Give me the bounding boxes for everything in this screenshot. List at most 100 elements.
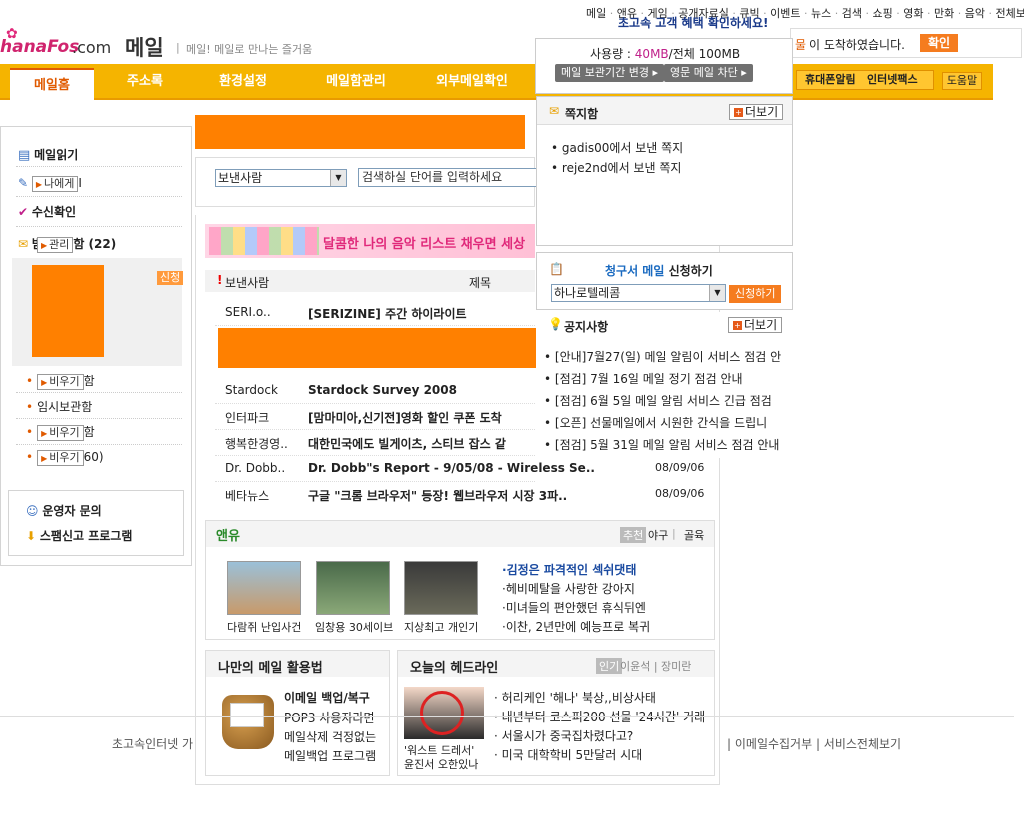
- col-sender[interactable]: 보낸사람: [225, 274, 269, 291]
- download-icon: ⬇: [26, 529, 37, 543]
- row-subject[interactable]: [SERIZINE] 주간 하이라이트: [308, 305, 467, 322]
- top-nav-item[interactable]: 음악: [965, 7, 985, 20]
- tab-mail-home[interactable]: 메일홈: [10, 68, 94, 102]
- change-retention-button[interactable]: 메일 보관기간 변경 ▸: [555, 64, 664, 82]
- folder-item-1[interactable]: • ▶ 비우기 함: [26, 372, 95, 390]
- backup-bag-icon: [212, 687, 276, 755]
- tab-external-mail[interactable]: 외부메일확인: [420, 66, 524, 98]
- logo-title: 메일: [125, 36, 164, 60]
- top-nav-item[interactable]: 쇼핑: [872, 7, 892, 20]
- row-subject[interactable]: Dr. Dobb"s Report - 9/05/08 - Wireless S…: [308, 461, 595, 475]
- table-row[interactable]: 베타뉴스 구글 "크롬 브라우저" 등장! 웹브라우저 시장 3파.. 08/09/…: [205, 485, 715, 505]
- headline-photo[interactable]: [404, 687, 484, 739]
- tab-settings[interactable]: 환경설정: [200, 66, 286, 98]
- table-row[interactable]: Dr. Dobb.. Dr. Dobb"s Report - 9/05/08 - …: [205, 459, 715, 479]
- thumb-caption[interactable]: 다람쥐 난입사건: [227, 619, 301, 635]
- write-to-me-button[interactable]: ▶ 나에게: [31, 176, 79, 192]
- headline-tab-popular[interactable]: 인기: [596, 658, 623, 674]
- clipboard-icon: 📋: [549, 262, 564, 276]
- headline-names[interactable]: 이윤석 | 장미란: [620, 658, 691, 674]
- note-item[interactable]: • gadis00에서 보낸 쪽지: [551, 139, 683, 156]
- notice-item[interactable]: • [점검] 6월 5일 메일 알림 서비스 긴급 점검: [544, 392, 792, 409]
- carrier-select[interactable]: 하나로텔레콤 ▼: [551, 284, 726, 302]
- footer-left[interactable]: 초고속인터넷 가: [112, 735, 193, 752]
- apply-bill-button[interactable]: 신청하기: [729, 285, 782, 303]
- notice-item[interactable]: • [점검] 7월 16일 메일 정기 점검 안내: [544, 370, 792, 387]
- top-nav-item[interactable]: 뉴스: [811, 7, 831, 20]
- empty-button[interactable]: ▶ 비우기: [37, 374, 84, 390]
- notice-item[interactable]: • [오픈] 선물메일에서 시원한 간식을 드립니: [544, 414, 792, 431]
- row-subject[interactable]: Stardock Survey 2008: [308, 383, 457, 397]
- notice-item[interactable]: • [안내]7월27(일) 메일 알림이 서비스 점검 안: [544, 348, 792, 365]
- empty-button[interactable]: ▶ 비우기: [37, 425, 84, 441]
- anyu-link[interactable]: ·미녀들의 편안했던 휴식뒤엔: [502, 599, 646, 616]
- tab-address-book[interactable]: 주소록: [110, 66, 180, 98]
- footer-divider: [0, 716, 1014, 717]
- search-field-select[interactable]: 보낸사람 ▼: [215, 169, 347, 187]
- music-banner[interactable]: 달콤한 나의 음악 리스트 채우면 세상: [205, 224, 535, 258]
- anyu-link[interactable]: ·헤비메탈을 사랑한 강아지: [502, 580, 635, 597]
- sidebar-inbox[interactable]: ✉ 받▶관리함 (22): [18, 235, 122, 253]
- promo-top-link[interactable]: 초고속 고객 혜택 확인하세요!: [618, 14, 769, 31]
- top-nav-item[interactable]: 이벤트: [770, 7, 800, 20]
- row-subject[interactable]: 대한민국에도 빌게이츠, 스티브 잡스 같: [308, 435, 506, 452]
- anyu-tab-other[interactable]: 골육: [684, 527, 704, 543]
- headline-item[interactable]: · 미국 대학학비 5만달러 시대: [494, 746, 642, 763]
- center-ad-block: [195, 115, 525, 149]
- top-nav-item[interactable]: 메일: [586, 7, 606, 20]
- new-badge[interactable]: 신청: [157, 271, 184, 285]
- help-button[interactable]: 도움말: [942, 72, 982, 90]
- operator-icon: ☺: [26, 504, 39, 518]
- inbox-manage-button[interactable]: ▶ 관리: [36, 237, 74, 253]
- sidebar-receipt-confirm[interactable]: ✔ 수신확인: [18, 203, 76, 220]
- tab-sms-alert[interactable]: 휴대폰알림: [805, 71, 856, 89]
- top-nav-item[interactable]: 만화: [934, 7, 954, 20]
- top-nav-item[interactable]: 전체보: [995, 7, 1024, 20]
- folder-item-temp[interactable]: • 임시보관함: [26, 398, 92, 415]
- thumb-baseball[interactable]: [316, 561, 390, 615]
- row-sender: Dr. Dobb..: [225, 461, 286, 475]
- anyu-tab-baseball[interactable]: 야구: [648, 527, 668, 543]
- spam-program-link[interactable]: ⬇ 스팸신고 프로그램: [26, 527, 132, 544]
- row-subject[interactable]: 구글 "크롬 브라우저" 등장! 웹브라우저 시장 3파..: [308, 487, 567, 504]
- folder-item-4[interactable]: • ▶ 비우기 60): [26, 450, 104, 466]
- tab-mailbox-management[interactable]: 메일함관리: [306, 66, 406, 98]
- mail-tips-head[interactable]: 이메일 백업/복구: [284, 689, 370, 706]
- tab-internet-fax[interactable]: 인터넷팩스: [867, 71, 918, 89]
- headline-item[interactable]: · 허리케인 '해나' 북상,,비상사태: [494, 689, 656, 706]
- anyu-tab-recommend[interactable]: 추천: [620, 527, 647, 543]
- block-english-mail-button[interactable]: 영문 메일 차단 ▸: [664, 64, 753, 82]
- anyu-link[interactable]: ·김정은 파격적인 섹쉬댓태: [502, 561, 636, 578]
- sidebar-read-mail[interactable]: ▤ 메일읽기: [18, 146, 78, 163]
- anyu-logo[interactable]: 앤유: [216, 525, 240, 544]
- footer-right[interactable]: | 이메일수집거부 | 서비스전체보기: [727, 735, 901, 752]
- bill-request-box: 📋 청구서 메일 신청하기 하나로텔레콤 ▼ 신청하기: [536, 252, 793, 310]
- operator-inquiry-link[interactable]: ☺ 운영자 문의: [26, 502, 102, 519]
- confirm-button[interactable]: 확인: [920, 34, 959, 52]
- thumb-caption[interactable]: 지상최고 개인기: [404, 619, 478, 635]
- chevron-down-icon: ▼: [709, 285, 725, 301]
- empty-button[interactable]: ▶ 비우기: [37, 450, 84, 466]
- row-subject[interactable]: [맘마미아,신기전]영화 할인 쿠폰 도착: [308, 409, 502, 426]
- thumb-squirrel[interactable]: [227, 561, 301, 615]
- notice-more-button[interactable]: + 더보기: [728, 317, 783, 333]
- folder-item-3[interactable]: • ▶ 비우기 함: [26, 423, 95, 441]
- logo-brand: hanaFos: [0, 37, 80, 57]
- headline-title: 오늘의 헤드라인: [410, 661, 499, 676]
- top-nav-item[interactable]: 영화: [903, 7, 923, 20]
- note-item[interactable]: • reje2nd에서 보낸 쪽지: [551, 159, 681, 176]
- headline-item[interactable]: · 서울시가 중국집차렸다고?: [494, 727, 633, 744]
- usage-panel: 사용량 : 40MB/전체 100MB 메일 보관기간 변경 ▸ 영문 메일 차…: [535, 38, 793, 94]
- mail-list-header: ! 보낸사람 제목: [205, 270, 535, 292]
- top-nav-item[interactable]: 검색: [842, 7, 862, 20]
- search-input[interactable]: 검색하실 단어를 입력하세요: [358, 168, 538, 187]
- thumb-caption[interactable]: 임창용 30세이브: [315, 619, 393, 635]
- thumb-soccer[interactable]: [404, 561, 478, 615]
- anyu-link[interactable]: ·이찬, 2년만에 예능프로 복귀: [502, 618, 650, 635]
- sidebar-support-box: [8, 490, 184, 556]
- note-more-button[interactable]: + 더보기: [729, 104, 784, 120]
- notice-item[interactable]: • [점검] 5월 31일 메일 알림 서비스 점검 안내: [544, 436, 792, 453]
- col-subject[interactable]: 제목: [469, 274, 491, 291]
- mail-tips-title: 나만의 메일 활용법: [218, 661, 323, 676]
- chevron-down-icon: ▼: [330, 170, 346, 186]
